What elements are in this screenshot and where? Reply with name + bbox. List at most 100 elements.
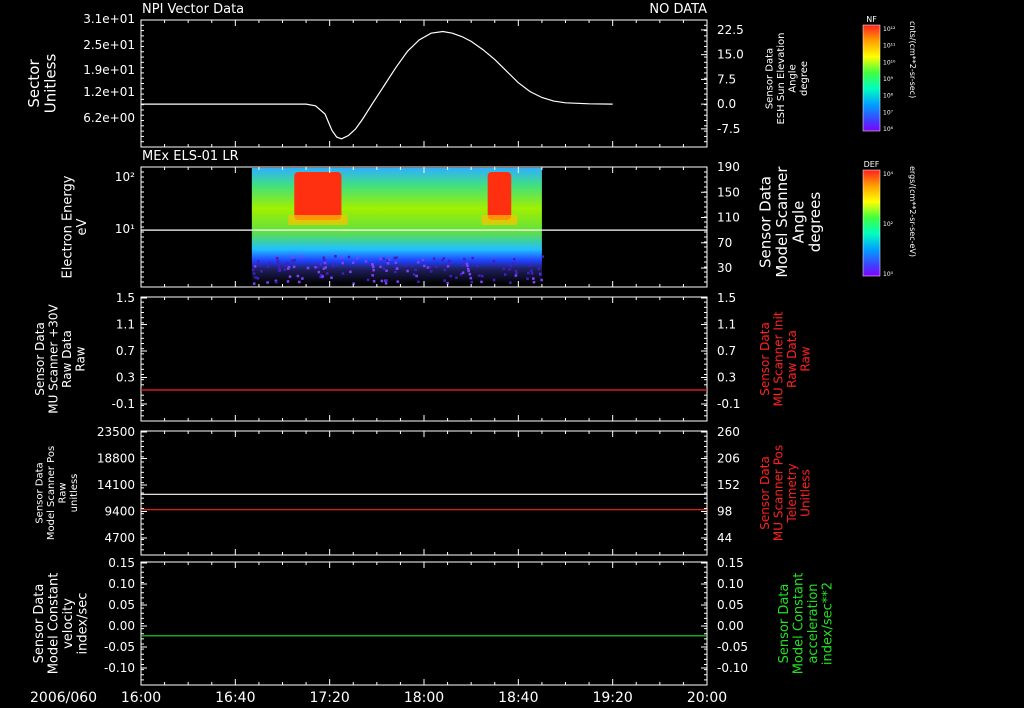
time-tick-label: 16:40 [215,690,255,706]
spectrogram-speckle [443,268,447,272]
spectrogram-speckle [502,267,505,270]
y-tick-label: 190 [717,160,740,174]
right-axis-label-line: Sensor Data [777,584,792,664]
spectrogram-speckle [386,259,389,262]
spectrogram-speckle [266,281,269,284]
spectrogram-speckle [379,257,383,260]
spectrogram-speckle [415,274,418,278]
left-axis-label: Electron Energy eV [60,175,90,278]
spectrogram-speckle [275,256,279,260]
spectrogram-speckle [379,265,382,269]
colorbar-label: DEF [864,160,880,169]
spectrogram-speckle [537,267,541,270]
spectrogram-speckle [469,276,473,280]
right-axis-label-line: Sensor Data [764,48,775,109]
spectrogram-speckle [394,270,397,274]
spectrogram-speckle [325,272,329,275]
spectrogram-speckle [530,269,533,272]
spectrogram-speckle [349,270,352,274]
panel-title: NPI Vector Data [142,2,244,17]
time-tick-label: 19:20 [592,690,632,706]
y-tick-label: 30 [717,261,732,275]
left-axis-label: Sensor Data MU Scanner +30V Raw Data Raw [33,304,87,414]
spectrogram-speckle [274,280,278,284]
colorbar-tick-label: 10⁸ [883,93,894,100]
colorbar [862,169,881,277]
spectrogram-speckle [540,278,543,282]
y-tick-label: 23500 [97,425,135,439]
spectrogram-speckle [321,275,324,278]
spectrogram-speckle [347,255,351,259]
colorbar-tick-label: 10¹² [883,26,896,33]
spectrogram-intense-edge [481,215,518,225]
y-tick-label: -0.10 [104,661,135,675]
spectrogram-speckle [526,277,529,280]
left-axis-label-line: MU Scanner +30V [46,304,60,414]
left-axis-label-line: Raw Data [60,330,74,388]
spectrogram-speckle [470,280,474,284]
left-axis-label-line: Sensor Data [33,322,47,396]
spectrogram-speckle [301,277,304,280]
spectrogram-speckle [278,268,282,272]
spectrogram-speckle [251,268,255,272]
right-axis-label-line: Sensor Data [758,322,772,396]
spectrogram-speckle [512,257,516,261]
spectrogram-speckle [527,271,530,275]
left-axis-label-line: eV [75,218,90,235]
spectrogram-intense-region [487,172,512,220]
spectrogram-speckle [467,269,470,273]
right-axis-label-line: MU Scanner Init [771,311,785,406]
colorbar-tick-label: 10⁴ [883,171,894,178]
spectrogram-speckle [366,278,370,282]
y-tick-label: 9400 [104,505,135,519]
spectrogram-speckle [351,261,355,264]
spectrogram-speckle [323,261,327,265]
spectrogram-speckle [254,276,257,279]
spectrogram-speckle [283,268,286,271]
y-tick-label: 0.05 [717,598,744,612]
y-tick-label: 10¹ [115,222,135,236]
left-axis-label-line: Sensor Data [32,584,47,664]
y-tick-label: 1.2e+01 [83,85,135,99]
spectrogram-speckle [446,265,450,268]
colorbar-unit: cnts/(cm**2-sr-sec) [908,21,917,98]
right-axis-label-line: Angle [787,64,798,92]
spectrogram-speckle [528,264,532,267]
spectrogram-speckle [293,259,297,262]
panel-frame [140,19,708,148]
right-axis-label-line: ESH Sun Elevation [776,32,787,124]
spectrogram-speckle [292,265,296,269]
y-tick-label: -0.1 [112,397,135,411]
spectrogram-speckle [380,279,384,283]
right-axis-label-line: Raw Data [785,330,799,388]
y-tick-label: 0.15 [717,556,744,570]
spectrogram-speckle [296,274,300,278]
spectrogram-speckle [412,273,416,276]
colorbar-unit-text: cnts/(cm**2-sr-sec) [908,21,917,98]
left-axis-label-line: velocity [61,598,76,649]
colorbar-unit: ergs/(cm**2-sr-sec-eV) [908,166,917,257]
time-tick-label: 18:40 [498,690,538,706]
spectrogram-speckle [410,264,414,267]
spectrogram-speckle [324,266,328,269]
spectrogram-speckle [306,266,310,270]
spectrogram-speckle [471,256,474,260]
left-axis-label-line: Sector [25,59,43,108]
y-tick-label: 1.5 [717,291,736,305]
spectrogram-speckle [341,272,345,275]
spectrogram-speckle [257,260,260,263]
spectrogram-speckle [434,265,438,268]
spectrogram-speckle [393,256,396,260]
spectrogram-speckle [287,265,291,269]
right-axis-label-line: degrees [806,192,824,253]
y-tick-label: -0.05 [104,640,135,654]
y-tick-label: 70 [717,236,732,250]
left-axis-label-line: unitless [69,474,80,513]
spectrogram-speckle [481,274,484,278]
spectrogram-speckle [514,274,518,277]
colorbar-tick-label: 10⁶ [883,126,894,133]
spectrogram-speckle [446,262,450,266]
y-tick-label: 0.00 [717,619,744,633]
left-axis-label-line: Model Scanner Pos [46,446,57,540]
y-tick-label: 0.7 [717,344,736,358]
